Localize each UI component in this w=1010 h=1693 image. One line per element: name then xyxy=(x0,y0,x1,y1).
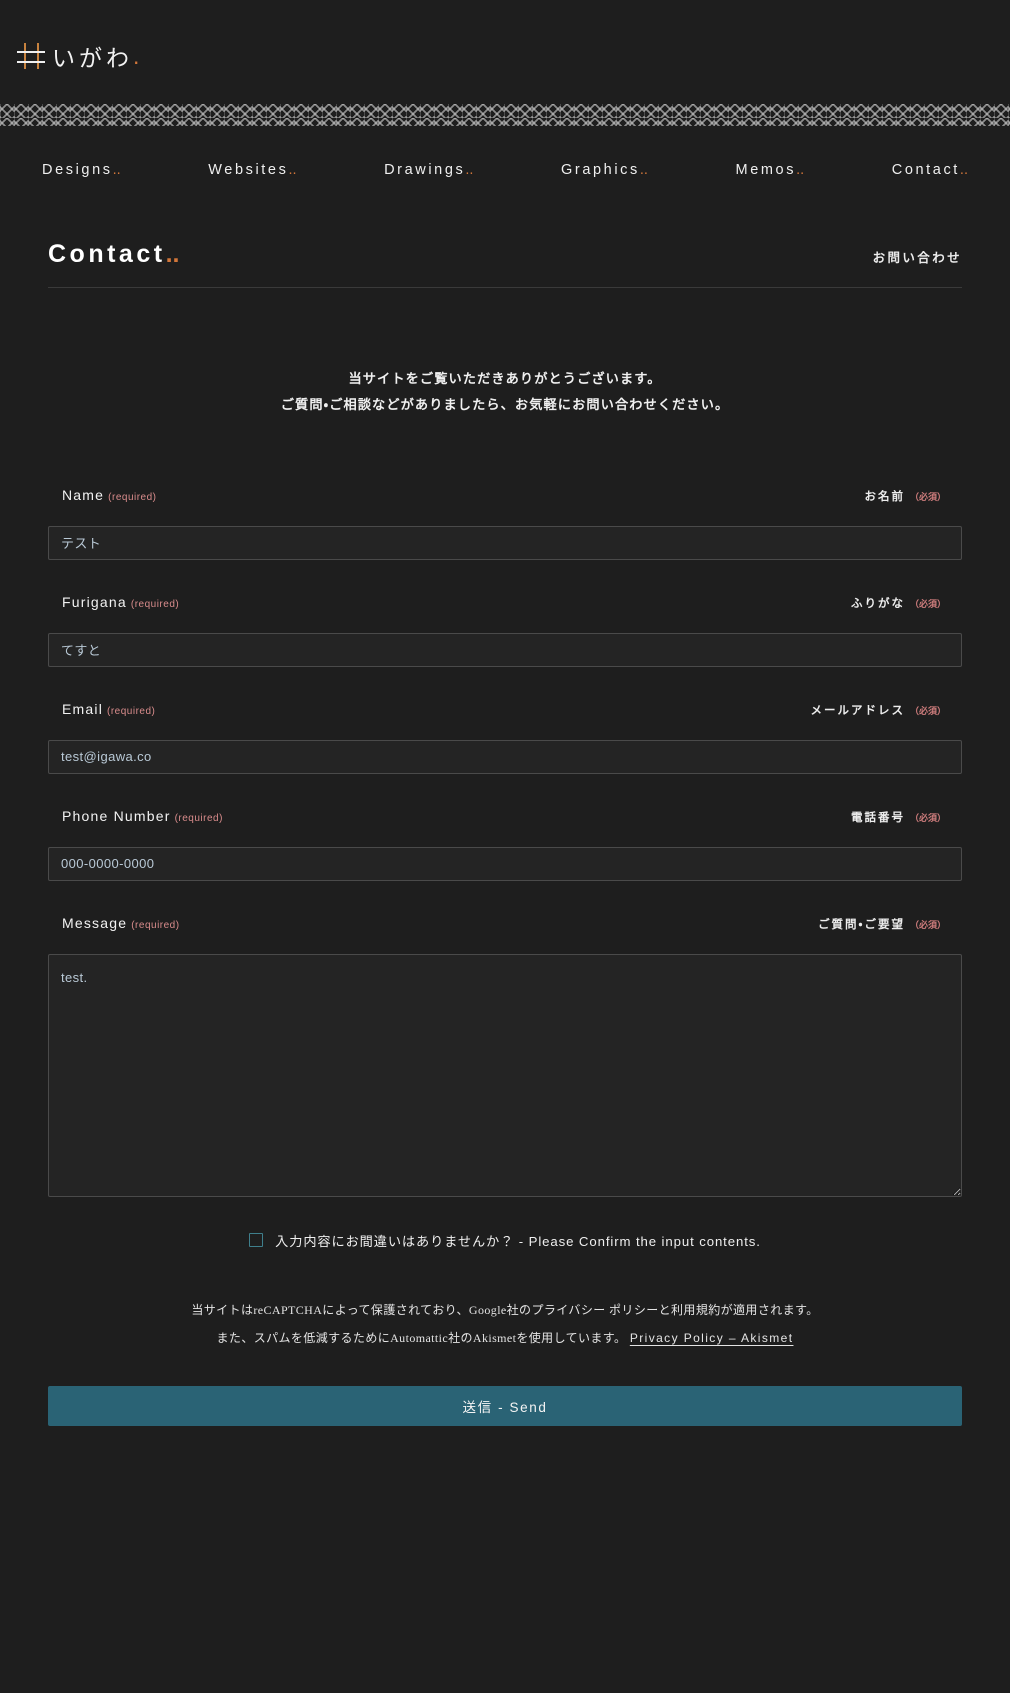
nav-label: Websites xyxy=(208,162,289,178)
nav-item-contact[interactable]: Contact.. xyxy=(892,162,968,178)
confirm-checkbox[interactable] xyxy=(249,1233,264,1248)
confirm-checkbox-label: 入力内容にお間違いはありませんか？ - Please Confirm the i… xyxy=(275,1233,761,1249)
field-label-en: Name (required) xyxy=(62,487,157,503)
igawa-well-mark-icon xyxy=(16,41,46,71)
name-input[interactable] xyxy=(48,525,962,560)
field-message: Message (required) ご質問・ご要望 （必須） xyxy=(48,915,962,1197)
field-label-en: Email (required) xyxy=(62,701,155,717)
field-name: Name (required) お名前 （必須） xyxy=(48,487,962,560)
nav-label: Contact xyxy=(891,162,960,178)
page-title-dots: .. xyxy=(165,240,180,268)
field-label-en: Message (required) xyxy=(62,915,180,931)
nav-dots: .. xyxy=(796,162,805,178)
required-marker-ja: （必須） xyxy=(909,598,946,609)
required-marker-ja: （必須） xyxy=(909,705,946,716)
furigana-input[interactable] xyxy=(48,632,962,667)
field-label-ja: 電話番号 （必須） xyxy=(851,809,946,825)
required-marker-en: (required) xyxy=(131,919,180,931)
field-furigana: Furigana (required) ふりがな （必須） xyxy=(48,594,962,667)
field-label-en-text: Message xyxy=(62,914,128,931)
field-label-ja-text: メールアドレス xyxy=(810,704,905,717)
field-label-ja: メールアドレス （必須） xyxy=(810,702,946,718)
required-marker-en: (required) xyxy=(107,705,156,717)
required-marker-ja: （必須） xyxy=(909,812,946,823)
field-label-ja: ふりがな （必須） xyxy=(851,595,946,611)
nav-item-drawings[interactable]: Drawings.. xyxy=(384,162,473,178)
required-marker-en: (required) xyxy=(130,598,180,610)
field-label-row: Name (required) お名前 （必須） xyxy=(48,487,962,504)
page-title-text: Contact xyxy=(48,240,166,268)
field-label-row: Email (required) メールアドレス （必須） xyxy=(48,701,962,718)
nav-item-memos[interactable]: Memos.. xyxy=(736,162,805,178)
logo-accent-dot: . xyxy=(133,42,140,69)
page-title-japanese: お問い合わせ xyxy=(872,251,962,265)
submit-button[interactable]: 送信 - Send xyxy=(48,1386,962,1427)
field-label-en-text: Phone Number xyxy=(62,807,171,824)
nav-label: Memos xyxy=(735,162,797,178)
nav-label: Designs xyxy=(42,162,113,178)
nav-dots: .. xyxy=(288,162,297,178)
akismet-privacy-policy-link[interactable]: Privacy Policy – Akismet xyxy=(630,1331,794,1345)
nav-dots: .. xyxy=(112,162,121,178)
intro-line-2: ご質問・ご相談などがありましたら、お気軽にお問い合わせください。 xyxy=(280,397,730,413)
field-label-ja-text: 電話番号 xyxy=(850,811,905,824)
field-label-row: Phone Number (required) 電話番号 （必須） xyxy=(48,808,962,825)
confirm-checkbox-row[interactable]: 入力内容にお間違いはありませんか？ - Please Confirm the i… xyxy=(48,1231,962,1250)
page-title-block: Contact.. お問い合わせ xyxy=(48,240,962,288)
message-textarea[interactable] xyxy=(48,953,962,1197)
page-title: Contact.. xyxy=(48,240,179,269)
intro-text: 当サイトをご覧いただきありがとうございます。 ご質問・ご相談などがありましたら、… xyxy=(0,366,1010,419)
field-email: Email (required) メールアドレス （必須） xyxy=(48,701,962,774)
nav-item-graphics[interactable]: Graphics.. xyxy=(561,162,648,178)
nav-item-designs[interactable]: Designs.. xyxy=(42,162,121,178)
field-label-en: Furigana (required) xyxy=(62,594,179,610)
field-phone: Phone Number (required) 電話番号 （必須） xyxy=(48,808,962,881)
phone-input[interactable] xyxy=(48,846,962,881)
field-label-en-text: Furigana xyxy=(62,593,127,610)
logo-text: いがわ xyxy=(52,45,133,71)
site-header: いがわ . Designs.. Websites.. Drawings.. Gr… xyxy=(0,0,1010,178)
site-logo[interactable]: いがわ . xyxy=(0,30,1010,82)
field-label-en: Phone Number (required) xyxy=(62,808,223,824)
recaptcha-notice: 当サイトはreCAPTCHAによって保護されており、Google社のプライバシー… xyxy=(191,1302,819,1317)
required-marker-ja: （必須） xyxy=(909,919,946,930)
sayagata-pattern-divider xyxy=(0,104,1010,126)
nav-label: Graphics xyxy=(561,162,640,178)
field-label-en-text: Email xyxy=(62,700,104,717)
nav-dots: .. xyxy=(639,162,648,178)
submit-button-wrap: 送信 - Send xyxy=(48,1386,962,1427)
field-label-ja: ご質問・ご要望 （必須） xyxy=(818,916,946,932)
main-navigation: Designs.. Websites.. Drawings.. Graphics… xyxy=(0,126,1010,178)
field-label-ja-text: ご質問・ご要望 xyxy=(818,918,905,931)
field-label-ja: お名前 （必須） xyxy=(864,488,946,504)
field-label-row: Furigana (required) ふりがな （必須） xyxy=(48,594,962,611)
required-marker-en: (required) xyxy=(174,812,223,824)
field-label-ja-text: お名前 xyxy=(864,490,905,503)
required-marker-ja: （必須） xyxy=(909,491,946,502)
intro-line-1: 当サイトをご覧いただきありがとうございます。 xyxy=(348,371,662,386)
akismet-notice: また、スパムを低減するためにAutomattic社のAkismetを使用していま… xyxy=(0,1324,1010,1352)
nav-item-websites[interactable]: Websites.. xyxy=(208,162,296,178)
contact-form: Name(required) お名前（必須） Furigana(required… xyxy=(48,487,962,1250)
akismet-notice-text: また、スパムを低減するためにAutomattic社のAkismetを使用していま… xyxy=(216,1331,627,1345)
field-label-en-text: Name xyxy=(62,486,105,503)
legal-notices: 当サイトはreCAPTCHAによって保護されており、Google社のプライバシー… xyxy=(0,1296,1010,1352)
nav-label: Drawings xyxy=(384,162,466,178)
field-label-row: Message (required) ご質問・ご要望 （必須） xyxy=(48,915,962,932)
field-label-ja-text: ふりがな xyxy=(850,597,905,610)
nav-dots: .. xyxy=(465,162,474,178)
email-input[interactable] xyxy=(48,739,962,774)
nav-dots: .. xyxy=(959,162,968,178)
required-marker-en: (required) xyxy=(108,491,157,503)
